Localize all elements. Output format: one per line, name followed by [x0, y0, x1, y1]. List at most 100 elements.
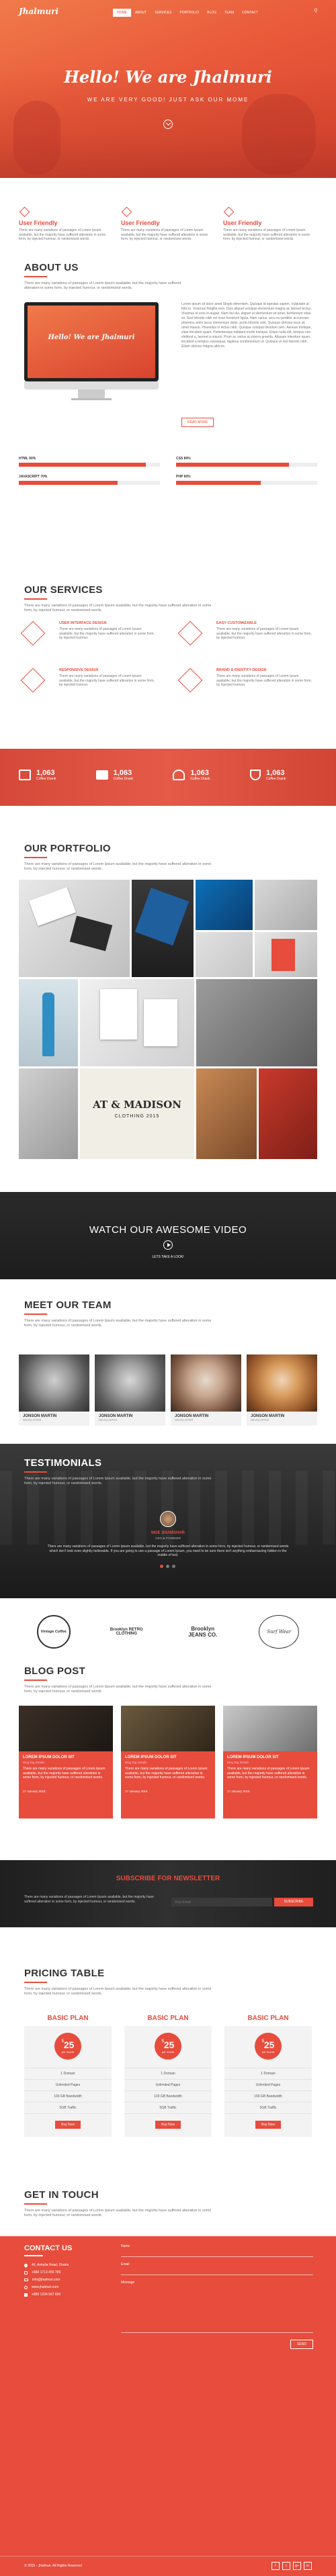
newsletter-email-input[interactable] [171, 1898, 272, 1906]
site-logo[interactable]: Jhalmuri [19, 7, 58, 16]
buy-now-button[interactable]: Buy Now [54, 2121, 81, 2129]
nav-item-about[interactable]: ABOUT [131, 9, 151, 17]
slider-dot[interactable] [166, 1565, 169, 1568]
plan-feature: 1 Domain [224, 2068, 312, 2079]
send-button[interactable]: SEND [290, 2340, 313, 2349]
linkedin-icon[interactable]: in [304, 2562, 312, 2570]
testimonial-name: MOE SHAMSHAR [151, 1531, 185, 1535]
blog-post-title[interactable]: LOREM IPSUM DOLOR SIT [125, 1755, 211, 1759]
counter-item: 1,063 Coffee Drank [95, 769, 163, 781]
price-period: per month [161, 2050, 174, 2054]
portfolio-item[interactable] [196, 979, 317, 1066]
title-underline [24, 1680, 47, 1681]
portfolio-item[interactable] [196, 1068, 257, 1159]
contact-email-link[interactable]: info@jhalmuri.com [32, 2278, 60, 2282]
slider-dot[interactable] [172, 1565, 175, 1568]
team-member[interactable]: JONSON MARTIN DEVELOPER [171, 1354, 241, 1426]
portfolio-item[interactable] [80, 979, 194, 1066]
plan-feature: 1 Domain [124, 2068, 212, 2079]
blog-post-text: There are many variations of passages of… [227, 1767, 310, 1780]
portfolio-item[interactable] [255, 932, 317, 977]
counter-item: 1,063 Coffee Drank [19, 769, 86, 781]
portfolio-item[interactable]: AT & MADISON CLOTHING 2015 [80, 1068, 194, 1159]
subscribe-button[interactable]: SUBSCRIBE [274, 1898, 313, 1906]
portfolio-item[interactable] [259, 1068, 317, 1159]
team-section: MEET OUR TEAM There are many variations … [0, 1299, 336, 1437]
portfolio-item[interactable] [196, 880, 253, 930]
nav-item-home[interactable]: HOME [113, 9, 131, 17]
facebook-icon[interactable]: f [271, 2562, 280, 2570]
contact-web-link[interactable]: www.jhalmuri.com [32, 2285, 58, 2289]
client-logo[interactable]: Brooklyn RETRO CLOTHING [106, 1615, 146, 1649]
service-text: There are many variations of passages of… [216, 627, 312, 640]
team-member[interactable]: JONSON MARTIN DEVELOPER [95, 1354, 165, 1426]
portfolio-item[interactable] [196, 932, 253, 977]
name-field[interactable] [121, 2250, 313, 2257]
contact-section: CONTACT US 46, Ashulia Road, Dhaka +880 … [0, 2236, 336, 2576]
blog-card[interactable]: LOREM IPSUM DOLOR SIT Blog Tag Details T… [19, 1706, 113, 1819]
nav-item-blog[interactable]: BLOG [203, 9, 220, 17]
scroll-down-button[interactable] [163, 120, 173, 129]
twitter-icon[interactable]: t [282, 2562, 290, 2570]
services-title: OUR SERVICES [24, 584, 103, 596]
client-logo[interactable]: Surf Wear [259, 1615, 300, 1649]
nav-item-contact[interactable]: CONTACT [238, 9, 262, 17]
price-value: 25 [263, 2039, 275, 2050]
service-title: EASY CUSTOMIZABLE [216, 621, 257, 625]
price-value: 25 [163, 2039, 175, 2050]
team-member[interactable]: JONSON MARTIN DEVELOPER [247, 1354, 317, 1426]
search-icon[interactable]: Q [314, 9, 317, 13]
portfolio-item[interactable] [255, 880, 317, 930]
client-logo[interactable]: Brooklyn JEANS CO. [183, 1615, 223, 1649]
nav-item-team[interactable]: TEAM [220, 9, 238, 17]
skill-bar [19, 463, 146, 467]
client-logo-text: Surf Wear [267, 1629, 292, 1635]
team-member[interactable]: JONSON MARTIN DEVELOPER [19, 1354, 89, 1426]
read-more-button[interactable]: READ MORE [181, 418, 214, 427]
portfolio-item[interactable] [19, 880, 130, 977]
blog-card[interactable]: LOREM IPSUM DOLOR SIT Blog Tag Details T… [223, 1706, 317, 1819]
plan-feature: 5GB Traffic [24, 2102, 112, 2114]
diamond-icon [20, 620, 46, 646]
feature-item: User Friendly There are many variations … [19, 206, 113, 242]
pricing-title: PRICING TABLE [24, 1968, 105, 1979]
play-icon [167, 1243, 171, 1247]
blog-post-title[interactable]: LOREM IPSUM DOLOR SIT [227, 1755, 313, 1759]
buy-now-button[interactable]: Buy Now [255, 2121, 281, 2129]
hero-section: Jhalmuri HOME ABOUT SERVICES PORTFOLIO B… [0, 0, 336, 178]
buy-now-button[interactable]: Buy Now [155, 2121, 181, 2129]
client-logo[interactable]: Vintage Coffee [36, 1615, 71, 1649]
member-role: DEVELOPER [251, 1418, 269, 1422]
service-text: There are many variations of passages of… [216, 674, 312, 687]
portfolio-item[interactable] [19, 979, 78, 1066]
feature-text: There are many variations of passages of… [19, 228, 106, 241]
blog-post-title[interactable]: LOREM IPSUM DOLOR SIT [23, 1755, 109, 1759]
heart-icon [223, 206, 235, 218]
skill-bar [176, 481, 261, 485]
nav-item-services[interactable]: SERVICES [151, 9, 175, 17]
testimonials-intro: There are many variations of passages of… [24, 1477, 212, 1485]
skill-bar [19, 481, 118, 485]
member-role: DEVELOPER [175, 1418, 194, 1422]
portfolio-item[interactable] [19, 1068, 78, 1159]
blog-title: BLOG POST [24, 1665, 86, 1677]
slider-dot[interactable] [160, 1565, 163, 1568]
email-field[interactable] [121, 2268, 313, 2275]
testimonials-section: TESTIMONIALS There are many variations o… [0, 1444, 336, 1598]
trophy-icon [249, 770, 261, 780]
blog-card[interactable]: LOREM IPSUM DOLOR SIT Blog Tag Details T… [121, 1706, 215, 1819]
blog-post-date: 17 January 2015 [23, 1789, 46, 1793]
counter-value: 1,063 [36, 769, 55, 777]
play-button[interactable] [163, 1240, 173, 1250]
portfolio-item[interactable] [132, 880, 194, 977]
navbar: Jhalmuri HOME ABOUT SERVICES PORTFOLIO B… [19, 5, 317, 19]
nav-item-portfolio[interactable]: PORTFOLIO [175, 9, 203, 17]
plan-feature: Unlimited Pages [24, 2079, 112, 2090]
about-title: ABOUT US [24, 262, 79, 273]
google-plus-icon[interactable]: g+ [293, 2562, 301, 2570]
plan-feature: Unlimited Pages [124, 2079, 212, 2090]
message-field[interactable] [121, 2286, 313, 2333]
member-role: DEVELOPER [23, 1418, 42, 1422]
title-underline [24, 2255, 43, 2256]
client-logo-text: Brooklyn JEANS CO. [188, 1626, 218, 1638]
